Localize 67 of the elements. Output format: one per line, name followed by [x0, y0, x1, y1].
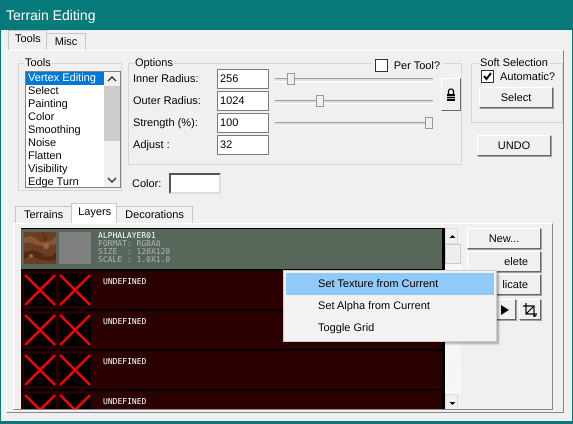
missing-cross-icon — [59, 274, 91, 306]
undo-button[interactable]: UNDO — [477, 135, 551, 156]
menu-item[interactable]: Set Texture from Current — [286, 273, 494, 295]
tab[interactable]: Misc — [46, 33, 86, 50]
slider-thumb[interactable] — [425, 117, 433, 129]
layer-detail: SCALE : 1.0X1.0 — [98, 256, 170, 264]
crop-icon — [522, 302, 538, 318]
tool-button[interactable] — [519, 299, 541, 320]
group-title: Soft Selection — [479, 57, 549, 69]
input-field[interactable]: 256 — [217, 69, 269, 89]
checkbox-label: Automatic? — [500, 70, 556, 82]
layer-button[interactable]: elete — [467, 251, 541, 272]
padlock-icon — [446, 88, 456, 102]
checkbox-label: Per Tool? — [394, 60, 440, 72]
tab[interactable]: Decorations — [116, 206, 193, 223]
tab[interactable]: Terrains — [15, 206, 72, 223]
input-field[interactable]: 32 — [217, 135, 269, 155]
checkbox[interactable] — [481, 70, 494, 83]
layer-name: UNDEFINED — [103, 317, 146, 326]
color-swatch[interactable] — [169, 173, 222, 194]
checkbox[interactable] — [374, 59, 388, 72]
lock-button[interactable] — [441, 78, 461, 111]
alpha-thumbnail — [59, 232, 91, 264]
slider[interactable] — [275, 70, 433, 88]
layer-name: UNDEFINED — [103, 277, 146, 286]
scroll-thumb[interactable] — [445, 244, 461, 264]
field-label: Inner Radius: — [133, 73, 200, 85]
layer-row[interactable]: UNDEFINED — [21, 351, 442, 389]
layer-name: UNDEFINED — [103, 397, 146, 406]
tab[interactable]: Tools — [8, 30, 47, 50]
slider-thumb[interactable] — [316, 95, 324, 107]
missing-cross-icon — [59, 354, 91, 386]
group-title: Options — [134, 57, 174, 69]
tool-item[interactable]: Smoothing — [26, 124, 104, 137]
input-field[interactable]: 1024 — [217, 91, 269, 111]
layer-button[interactable]: New... — [467, 228, 541, 249]
field-label: Color: — [132, 178, 162, 190]
slider[interactable] — [275, 114, 433, 132]
tool-item[interactable]: Flatten — [26, 150, 104, 163]
missing-cross-icon — [24, 274, 56, 306]
tool-item[interactable]: Painting — [26, 98, 104, 111]
group-title: Tools — [24, 57, 52, 69]
layer-name: ALPHALAYER01 — [98, 232, 157, 240]
tab[interactable]: Layers — [71, 203, 118, 223]
tool-item[interactable]: Vertex Editing — [26, 72, 104, 85]
slider-thumb[interactable] — [287, 73, 295, 85]
field-label: Outer Radius: — [133, 95, 202, 107]
tool-item[interactable]: Select — [26, 85, 104, 98]
missing-cross-icon — [24, 354, 56, 386]
layer-row[interactable]: ALPHALAYER01 FORMAT: RGBA8 SIZE : 128X128 SCALE : 1.0X1.0 — [21, 229, 442, 269]
field-label: Adjust : — [133, 139, 171, 151]
tool-item[interactable]: Color — [26, 111, 104, 124]
missing-cross-icon — [24, 314, 56, 346]
layer-row[interactable]: UNDEFINED — [21, 391, 442, 409]
tool-item[interactable]: Edge Turn — [26, 176, 104, 187]
window-title: Terrain Editing — [6, 7, 96, 23]
tool-item[interactable]: Noise — [26, 137, 104, 150]
slider[interactable] — [275, 92, 433, 110]
input-field[interactable]: 100 — [217, 113, 269, 133]
scrollbar[interactable] — [104, 72, 120, 187]
missing-cross-icon — [59, 314, 91, 346]
layer-detail: FORMAT: RGBA8 — [98, 240, 162, 248]
field-label: Strength (%): — [133, 117, 199, 129]
layer-name: UNDEFINED — [103, 357, 146, 366]
tool-item[interactable]: Visibility — [26, 163, 104, 176]
select-button[interactable]: Select — [479, 87, 553, 108]
layer-detail: SIZE : 128X128 — [98, 248, 170, 256]
